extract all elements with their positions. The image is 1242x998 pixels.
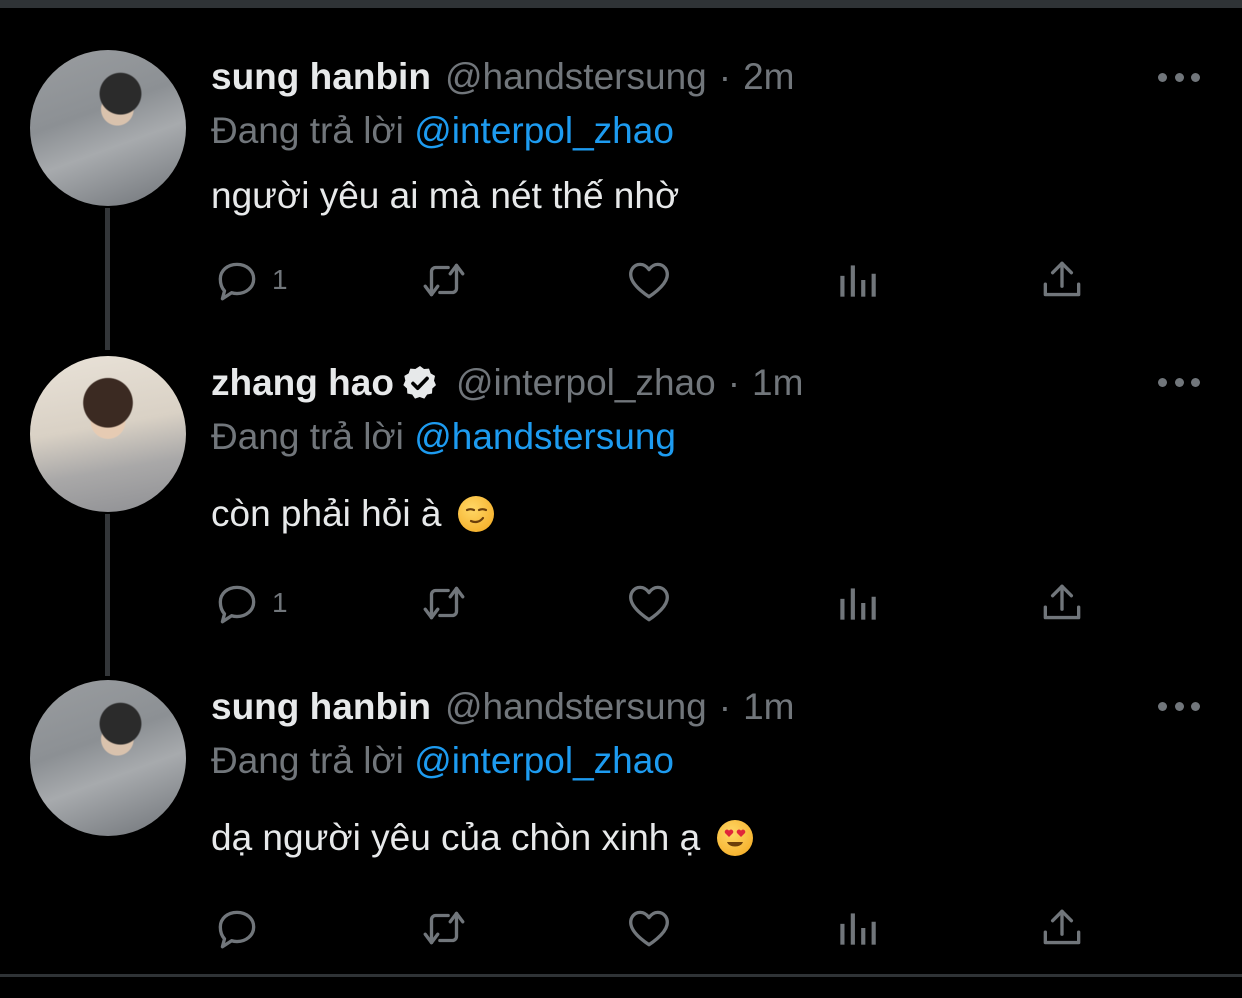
analytics-button[interactable] bbox=[832, 903, 882, 953]
reply-icon bbox=[218, 910, 256, 949]
user-handle[interactable]: @handstersung bbox=[445, 686, 707, 728]
share-button[interactable] bbox=[1037, 903, 1087, 953]
separator-dot: · bbox=[718, 686, 732, 727]
share-icon bbox=[1043, 909, 1081, 945]
retweet-icon bbox=[423, 911, 465, 945]
tweet-text-content: dạ người yêu của chòn xinh ạ bbox=[211, 817, 701, 858]
tweet-actions bbox=[212, 903, 1092, 953]
timestamp[interactable]: 1m bbox=[743, 686, 794, 728]
like-button[interactable] bbox=[624, 903, 674, 953]
avatar[interactable] bbox=[30, 680, 186, 836]
replying-to-label: Đang trả lời bbox=[211, 740, 404, 781]
more-icon[interactable] bbox=[1158, 699, 1200, 713]
tweet-text: dạ người yêu của chòn xinh ạ bbox=[211, 817, 753, 859]
reply-button[interactable] bbox=[212, 903, 272, 953]
retweet-button[interactable] bbox=[417, 903, 471, 953]
like-icon bbox=[629, 910, 669, 947]
heart-eyes-face-icon bbox=[716, 820, 753, 856]
analytics-icon bbox=[840, 913, 876, 945]
replying-to: Đang trả lời @interpol_zhao bbox=[211, 740, 674, 782]
tweet[interactable]: sung hanbin @handstersung · 1m Đang trả … bbox=[0, 0, 1242, 974]
mention-link[interactable]: @interpol_zhao bbox=[414, 740, 674, 781]
bottom-divider bbox=[0, 974, 1242, 977]
display-name[interactable]: sung hanbin bbox=[211, 686, 431, 728]
tweet-header: sung hanbin @handstersung · 1m bbox=[211, 682, 794, 732]
